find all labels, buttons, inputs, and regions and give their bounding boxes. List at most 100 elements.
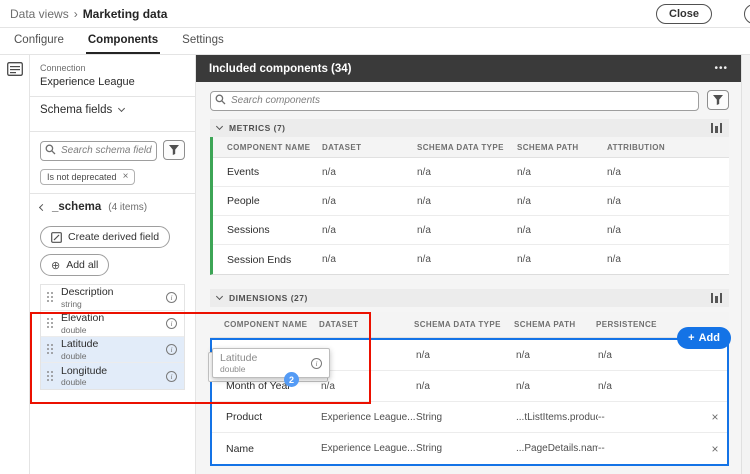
info-icon[interactable]: i [166,344,177,355]
chevron-down-icon[interactable] [216,293,223,300]
metrics-table: COMPONENT NAME DATASET SCHEMA DATA TYPE … [210,137,729,275]
chevron-left-icon[interactable] [39,203,46,210]
connection-label: Connection [40,63,185,73]
persistence: -- [598,412,703,423]
field-type: double [61,326,159,335]
info-icon[interactable]: i [166,318,177,329]
dataset: n/a [322,167,417,178]
page-title: Marketing data [83,7,168,21]
close-button[interactable]: Close [656,4,712,24]
cutoff-button[interactable]: B [744,4,750,24]
component-name: Name [226,443,321,455]
info-icon[interactable]: i [166,371,177,382]
schema-data-type: String [416,412,516,423]
drag-count-badge: 2 [284,372,299,387]
field-type: string [61,300,159,309]
column-settings-icon[interactable] [711,293,723,303]
component-name: Sessions [227,224,322,236]
column-settings-icon[interactable] [711,123,723,133]
field-item-description[interactable]: Description string i [41,285,184,311]
tab-configure[interactable]: Configure [12,28,66,54]
plus-icon: + [688,332,694,344]
schema-path: n/a [516,381,598,392]
attribution: n/a [607,225,729,236]
field-name: Longitude [61,366,159,377]
info-icon[interactable]: i [166,292,177,303]
info-icon: i [311,358,322,369]
tab-settings[interactable]: Settings [180,28,226,54]
panel-title: Included components (34) [209,63,352,75]
dataset: Experience League... [321,443,416,454]
dimensions-section-header[interactable]: DIMENSIONS (27) [210,289,729,307]
field-item-elevation[interactable]: Elevation double i [41,311,184,337]
dataset: n/a [321,381,416,392]
table-row[interactable]: People n/a n/a n/a n/a [213,187,729,216]
drag-handle-icon[interactable] [47,292,54,303]
included-components-panel: Included components (34) ••• [196,55,741,474]
drag-ghost-title: Latitude [220,353,305,364]
filter-button[interactable] [163,140,185,160]
add-all-label: Add all [66,259,98,271]
dataset: n/a [322,225,417,236]
table-row[interactable]: Session Ends n/a n/a n/a n/a [213,245,729,274]
content-area: Connection Experience League Schema fiel… [0,55,750,474]
field-name: Description [61,287,159,298]
scrollbar-track[interactable] [741,55,750,474]
search-components-input[interactable] [210,91,699,111]
schema-data-type: n/a [417,196,517,207]
filter-button[interactable] [707,90,729,110]
schema-name: _schema [52,201,101,213]
create-derived-field-button[interactable]: Create derived field [40,226,170,248]
dataset: n/a [322,254,417,265]
more-icon[interactable]: ••• [714,63,728,74]
schema-path: n/a [517,254,607,265]
column-header: COMPONENT NAME [224,320,319,329]
filter-icon [713,95,723,105]
schema-fields-dropdown[interactable]: Schema fields [40,97,185,123]
field-type: double [61,352,159,361]
sidebar: Connection Experience League Schema fiel… [30,55,196,474]
left-rail [0,55,30,474]
table-row[interactable]: Product Experience League... String ...t… [212,402,727,433]
column-header: SCHEMA DATA TYPE [417,143,517,152]
filter-icon [169,145,179,155]
column-header: DATASET [319,320,414,329]
search-icon [215,94,226,105]
persistence: n/a [598,350,703,361]
search-icon [45,144,56,155]
remove-row-icon[interactable]: × [703,411,727,423]
create-derived-field-label: Create derived field [68,231,159,243]
add-circle-icon: ⊕ [51,259,60,272]
schema-data-type: n/a [416,381,516,392]
add-all-button[interactable]: ⊕ Add all [40,254,109,276]
table-row[interactable]: Events n/a n/a n/a n/a [213,158,729,187]
remove-row-icon[interactable]: × [703,443,727,455]
tab-components[interactable]: Components [86,28,160,54]
add-button[interactable]: + Add [677,327,731,349]
filter-chip-not-deprecated[interactable]: Is not deprecated × [40,169,135,185]
search-schema-fields-input[interactable] [40,141,157,161]
chevron-down-icon[interactable] [216,123,223,130]
schema-fields-label: Schema fields [40,104,112,116]
metrics-section-header[interactable]: METRICS (7) [210,119,729,137]
drag-handle-icon[interactable] [47,371,54,382]
schema-breadcrumb: _schema (4 items) [40,194,185,220]
chip-remove-icon[interactable]: × [123,172,129,182]
table-row[interactable]: Name Experience League... String ...Page… [212,433,727,464]
component-name: Events [227,166,322,178]
field-item-latitude[interactable]: Latitude double i [41,337,184,363]
metrics-section-label: METRICS (7) [229,123,286,133]
table-row[interactable]: Sessions n/a n/a n/a n/a [213,216,729,245]
attribution: n/a [607,167,729,178]
breadcrumb-section[interactable]: Data views [10,7,69,21]
drag-handle-icon[interactable] [47,318,54,329]
field-item-longitude[interactable]: Longitude double i [41,363,184,389]
column-header: DATASET [322,143,417,152]
schema-path: n/a [517,196,607,207]
drag-handle-icon[interactable] [47,344,54,355]
attribution: n/a [607,196,729,207]
drag-ghost[interactable]: Latitude double i 2 [212,348,330,378]
data-dictionary-icon[interactable] [7,62,23,474]
field-type: double [61,378,159,387]
dataset: Experience League... [321,412,416,423]
